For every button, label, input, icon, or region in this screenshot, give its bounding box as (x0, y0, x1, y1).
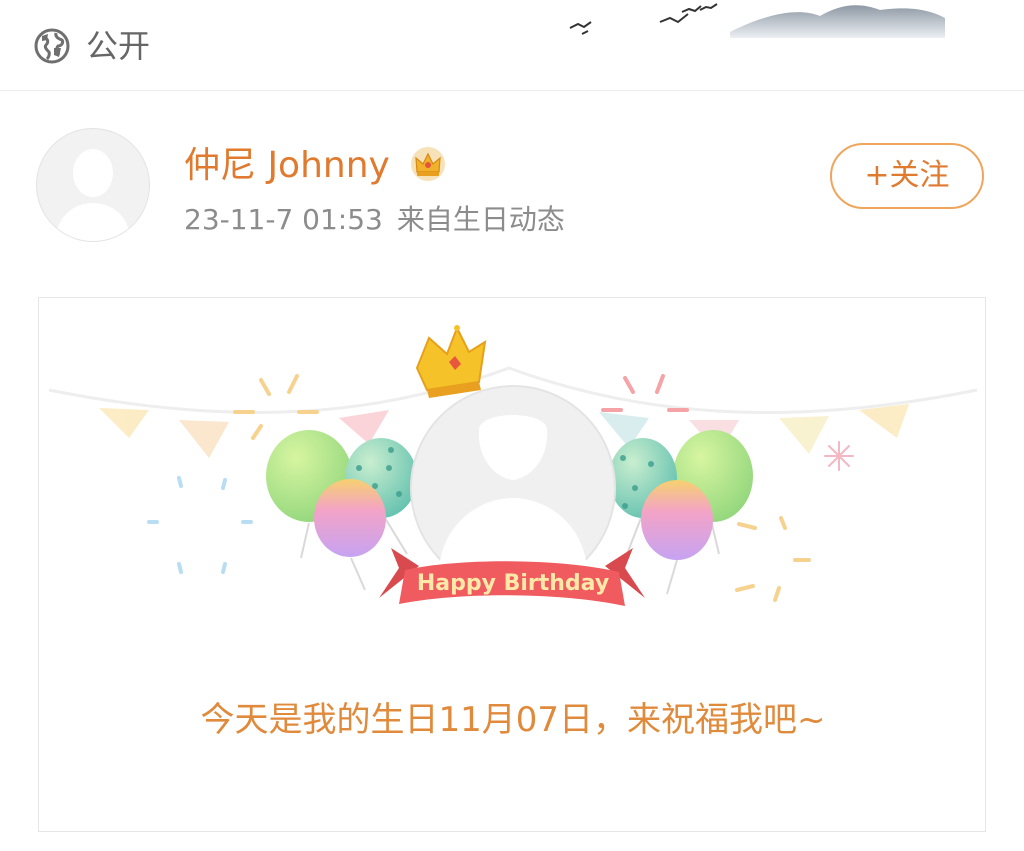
birthday-card[interactable]: Happy Birthday 今天是我的生日11月07日，来祝福我吧~ (38, 297, 986, 832)
birthday-avatar (410, 385, 616, 591)
author-name[interactable]: 仲尼 Johnny (184, 142, 390, 190)
post-meta: 23-11-7 01:53 来自生日动态 (184, 200, 565, 240)
globe-icon (34, 28, 70, 64)
default-avatar-icon (55, 149, 131, 241)
visibility-label: 公开 (86, 27, 151, 65)
crown-icon (415, 325, 487, 398)
balloons-right (609, 430, 753, 595)
post-source[interactable]: 来自生日动态 (397, 203, 565, 236)
avatar[interactable] (36, 128, 150, 242)
balloons-left (266, 430, 417, 591)
ribbon-text: Happy Birthday (417, 571, 609, 596)
birthday-message: 今天是我的生日11月07日，来祝福我吧~ (200, 700, 826, 740)
post-timestamp: 23-11-7 01:53 (184, 203, 383, 236)
visibility-header: 公开 (0, 0, 1024, 91)
follow-button[interactable]: +关注 (830, 143, 984, 209)
crown-badge-icon[interactable] (410, 146, 446, 182)
header-decoration-birds-mountains (569, 3, 945, 38)
birthday-illustration: Happy Birthday (48, 325, 978, 606)
